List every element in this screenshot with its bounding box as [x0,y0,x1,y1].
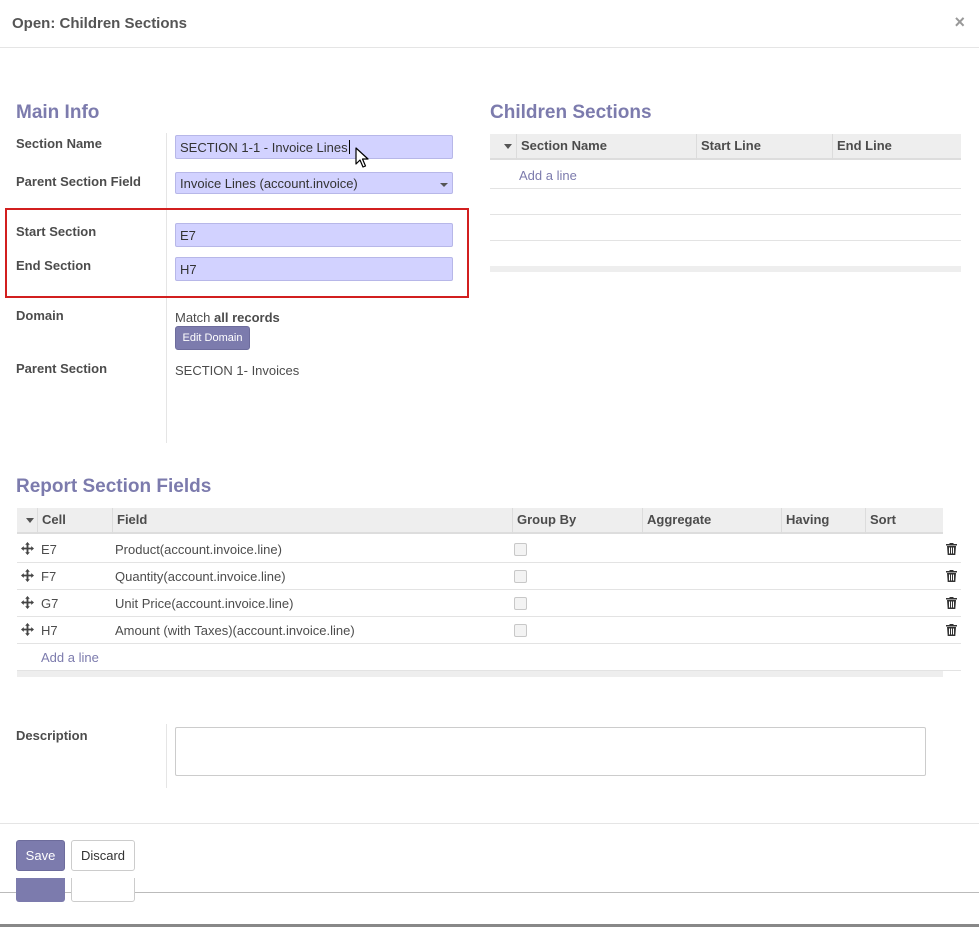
row-cell: F7 [41,569,57,584]
row-cell: H7 [41,623,58,638]
group-by-checkbox[interactable] [514,624,527,637]
trash-icon[interactable] [946,543,957,555]
text-caret [348,140,350,154]
domain-prefix: Match [175,310,211,325]
section-name-input[interactable]: SECTION 1-1 - Invoice Lines [175,135,453,159]
col-end-line[interactable]: End Line [832,134,961,160]
trash-icon[interactable] [946,624,957,636]
highlight-box [5,208,469,298]
chevron-down-icon [440,183,448,187]
row-cell: E7 [41,542,57,557]
close-button[interactable]: × [954,12,965,33]
report-table-footer [17,671,943,677]
parent-section-field-value: Invoice Lines (account.invoice) [180,176,358,191]
row-field: Unit Price(account.invoice.line) [115,596,294,611]
modal-title: Open: Children Sections [12,15,188,32]
row-field: Amount (with Taxes)(account.invoice.line… [115,623,355,638]
move-handle-icon[interactable] [21,542,34,555]
row-cell: G7 [41,596,59,611]
report-fields-header: Cell Field Group By Aggregate Having Sor… [17,508,943,534]
main-info-heading: Main Info [16,102,100,123]
col-having[interactable]: Having [781,508,866,534]
table-row[interactable]: G7 Unit Price(account.invoice.line) [17,590,961,617]
start-section-input[interactable]: E7 [175,223,453,247]
col-start-line[interactable]: Start Line [696,134,834,160]
end-section-label: End Section [16,258,92,273]
sort-caret-icon[interactable] [26,518,34,523]
table-row[interactable]: E7 Product(account.invoice.line) [17,536,961,563]
background-divider [0,892,979,893]
domain-bold: all records [214,310,280,325]
col-section-name[interactable]: Section Name [516,134,697,160]
section-name-label: Section Name [16,136,102,151]
end-section-value: H7 [180,262,197,277]
report-add-row: Add a line [17,644,961,671]
mouse-cursor-icon [355,147,369,168]
col-cell[interactable]: Cell [37,508,113,534]
move-handle-icon[interactable] [21,623,34,636]
report-add-line-link[interactable]: Add a line [41,650,99,665]
background-footer [0,878,979,927]
col-field[interactable]: Field [112,508,513,534]
col-group-by[interactable]: Group By [512,508,643,534]
table-row[interactable]: H7 Amount (with Taxes)(account.invoice.l… [17,617,961,644]
children-table-footer [490,266,961,272]
group-by-checkbox[interactable] [514,543,527,556]
edit-domain-button[interactable]: Edit Domain [175,326,250,350]
children-add-line-link[interactable]: Add a line [519,168,577,183]
parent-section-label: Parent Section [16,361,108,376]
list-item [490,189,961,215]
start-section-label: Start Section [16,224,97,239]
footer-divider [0,823,979,824]
col-sort[interactable]: Sort [865,508,943,534]
col-aggregate[interactable]: Aggregate [642,508,782,534]
description-divider [166,724,167,788]
sort-caret-icon[interactable] [504,144,512,149]
list-item [490,215,961,241]
row-field: Quantity(account.invoice.line) [115,569,286,584]
children-sections-heading: Children Sections [490,102,652,123]
discard-button[interactable]: Discard [71,840,135,871]
background-save-button [16,878,65,902]
parent-section-field-label: Parent Section Field [16,174,141,189]
modal-header: Open: Children Sections × [0,0,979,48]
start-section-value: E7 [180,228,196,243]
trash-icon[interactable] [946,597,957,609]
description-textarea[interactable] [175,727,926,776]
end-section-input[interactable]: H7 [175,257,453,281]
row-field: Product(account.invoice.line) [115,542,282,557]
domain-label: Domain [16,308,64,323]
parent-section-value: SECTION 1- Invoices [175,363,300,378]
trash-icon[interactable] [946,570,957,582]
domain-summary: Match all records [175,310,280,325]
report-fields-heading: Report Section Fields [16,476,212,497]
group-by-checkbox[interactable] [514,570,527,583]
children-table-header: Section Name Start Line End Line [490,134,961,160]
table-row[interactable]: F7 Quantity(account.invoice.line) [17,563,961,590]
move-handle-icon[interactable] [21,569,34,582]
children-add-row: Add a line [490,162,961,189]
section-name-value: SECTION 1-1 - Invoice Lines [180,140,348,155]
move-handle-icon[interactable] [21,596,34,609]
description-label: Description [16,728,88,743]
save-button[interactable]: Save [16,840,65,871]
background-discard-button [71,878,135,902]
group-by-checkbox[interactable] [514,597,527,610]
parent-section-field-select[interactable]: Invoice Lines (account.invoice) [175,172,453,194]
